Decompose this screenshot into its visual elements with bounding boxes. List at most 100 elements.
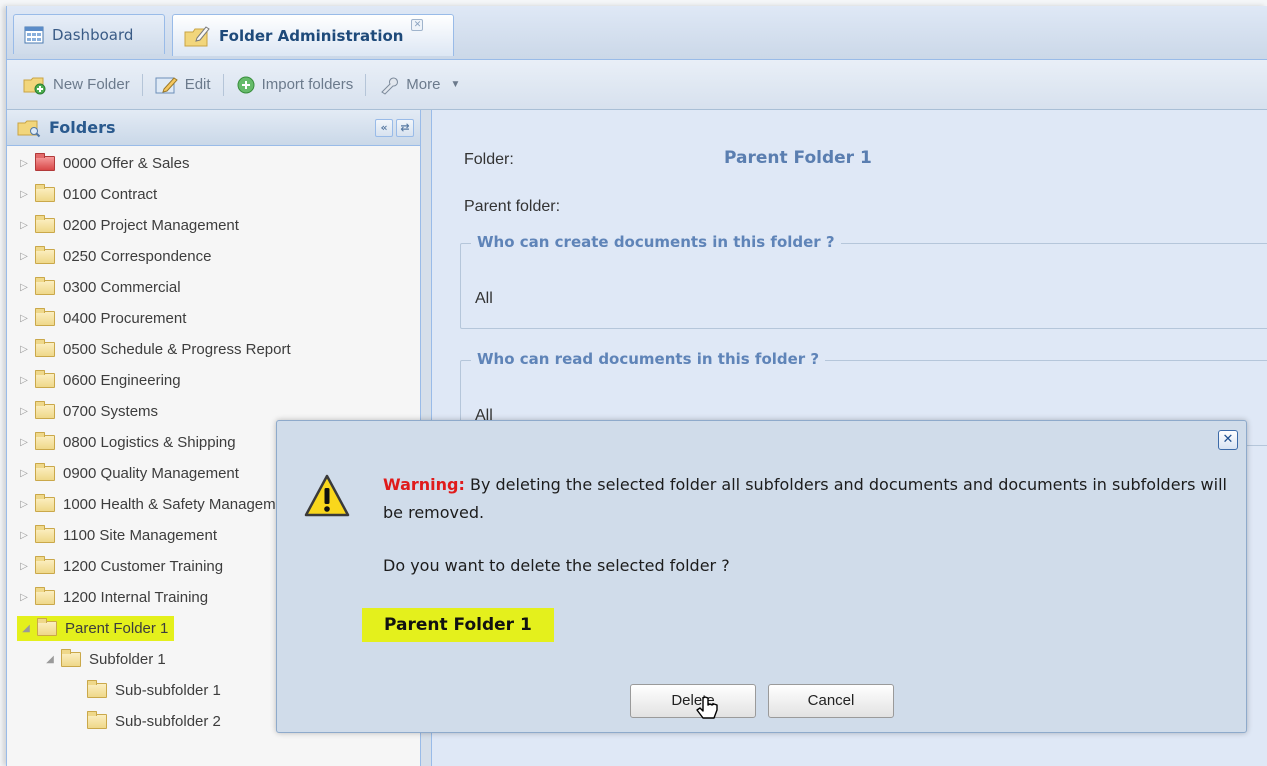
refresh-icon[interactable]: ⇄ xyxy=(396,118,414,137)
folder-icon xyxy=(35,587,55,605)
toolbar-separator xyxy=(365,73,367,96)
tab-close-icon[interactable]: ✕ xyxy=(411,19,424,31)
tree-item-label: Sub-subfolder 1 xyxy=(115,682,221,699)
expand-arrow-icon[interactable]: ▷ xyxy=(17,220,31,231)
delete-folder-dialog: ✕ Warning: By deleting the selected fold… xyxy=(276,420,1247,733)
expand-arrow-icon[interactable]: ▷ xyxy=(17,530,31,541)
folder-icon xyxy=(35,525,55,543)
import-folders-button[interactable]: Import folders xyxy=(230,70,360,100)
wrench-icon xyxy=(381,77,399,95)
folder-icon xyxy=(35,432,55,450)
collapse-arrow-icon[interactable]: ◢ xyxy=(43,654,57,665)
tree-item-label: 0400 Procurement xyxy=(63,310,187,327)
selected-folder-name: Parent Folder 1 xyxy=(362,608,554,642)
expand-arrow-icon[interactable]: ▷ xyxy=(17,251,31,262)
expand-arrow-icon[interactable]: ▷ xyxy=(17,313,31,324)
more-label: More xyxy=(406,76,441,93)
tree-item[interactable]: ▷ 0400 Procurement xyxy=(7,303,420,334)
expand-arrow-icon[interactable]: ▷ xyxy=(17,344,31,355)
tree-item[interactable]: ▷ 0100 Contract xyxy=(7,179,420,210)
tab-label: Dashboard xyxy=(52,25,134,44)
warning-text: By deleting the selected folder all subf… xyxy=(383,475,1227,522)
folder-icon xyxy=(37,618,57,636)
tree-item-label: Subfolder 1 xyxy=(89,651,166,668)
tree-item[interactable]: ▷ 0200 Project Management xyxy=(7,210,420,241)
expand-arrow-icon[interactable]: ▷ xyxy=(17,499,31,510)
warning-icon xyxy=(304,474,350,517)
folder-search-icon xyxy=(17,120,41,137)
folders-panel-header: Folders « ⇄ xyxy=(7,110,420,146)
tree-item[interactable]: ▷ 0250 Correspondence xyxy=(7,241,420,272)
tree-item[interactable]: ▷ 0300 Commercial xyxy=(7,272,420,303)
folder-field-value: Parent Folder 1 xyxy=(724,148,872,168)
folder-icon xyxy=(35,277,55,295)
tree-item-label: 0200 Project Management xyxy=(63,217,239,234)
folder-edit-icon xyxy=(184,25,210,46)
collapse-arrow-icon[interactable]: ◢ xyxy=(19,623,33,634)
edit-icon xyxy=(155,76,178,93)
toolbar-separator xyxy=(141,73,143,96)
tree-item-label: 1200 Customer Training xyxy=(63,558,224,575)
new-folder-icon xyxy=(23,77,46,94)
toolbar: New Folder Edit Import folders More ▼ xyxy=(7,60,1267,110)
expand-arrow-icon[interactable]: ▷ xyxy=(17,406,31,417)
edit-button[interactable]: Edit xyxy=(149,70,217,100)
expand-arrow-icon[interactable]: ▷ xyxy=(17,158,31,169)
tree-item-label: 0100 Contract xyxy=(63,186,158,203)
tree-item-label: 0000 Offer & Sales xyxy=(63,155,190,172)
more-menu-button[interactable]: More ▼ xyxy=(372,70,466,100)
read-permissions-legend: Who can read documents in this folder ? xyxy=(471,350,826,368)
folder-icon xyxy=(35,401,55,419)
warning-message: Warning: By deleting the selected folder… xyxy=(383,471,1231,527)
chevron-down-icon: ▼ xyxy=(450,79,461,90)
create-permissions-legend: Who can create documents in this folder … xyxy=(471,233,841,251)
folders-panel-title: Folders xyxy=(49,118,116,137)
tree-item-label: 0900 Quality Management xyxy=(63,465,239,482)
tree-item[interactable]: ▷ 0000 Offer & Sales xyxy=(7,148,420,179)
confirm-question: Do you want to delete the selected folde… xyxy=(383,556,730,575)
tab-dashboard[interactable]: Dashboard xyxy=(13,14,165,54)
expand-arrow-icon[interactable]: ▷ xyxy=(17,561,31,572)
tree-item-label: 1000 Health & Safety Management xyxy=(63,496,297,513)
collapse-panel-icon[interactable]: « xyxy=(375,118,393,137)
folder-icon xyxy=(35,556,55,574)
toolbar-separator xyxy=(222,73,224,96)
expand-arrow-icon[interactable]: ▷ xyxy=(17,592,31,603)
folder-icon xyxy=(35,370,55,388)
tree-item-label: Parent Folder 1 xyxy=(65,620,169,637)
folder-icon xyxy=(35,153,55,171)
expand-arrow-icon[interactable]: ▷ xyxy=(17,189,31,200)
create-permissions-fieldset: Who can create documents in this folder … xyxy=(460,233,1267,329)
tab-bar: Dashboard Folder Administration ✕ xyxy=(7,6,1267,60)
expand-arrow-icon[interactable]: ▷ xyxy=(17,282,31,293)
tree-item[interactable]: ▷ 0600 Engineering xyxy=(7,365,420,396)
folder-icon xyxy=(35,184,55,202)
import-folders-label: Import folders xyxy=(261,76,354,93)
add-circle-icon xyxy=(237,76,255,93)
tree-item-label: 1100 Site Management xyxy=(63,527,217,544)
close-icon[interactable]: ✕ xyxy=(1218,430,1238,450)
expand-arrow-icon[interactable]: ▷ xyxy=(17,437,31,448)
tree-item-label: 0300 Commercial xyxy=(63,279,181,296)
new-folder-button[interactable]: New Folder xyxy=(17,70,136,100)
new-folder-label: New Folder xyxy=(53,76,130,93)
delete-button[interactable]: Delete xyxy=(630,684,756,718)
tab-folder-administration[interactable]: Folder Administration ✕ xyxy=(172,14,454,56)
folder-icon xyxy=(87,680,107,698)
parent-folder-field-label: Parent folder: xyxy=(464,198,561,215)
tree-item-label: 0800 Logistics & Shipping xyxy=(63,434,236,451)
tree-item-label: 0500 Schedule & Progress Report xyxy=(63,341,291,358)
tree-item[interactable]: ▷ 0500 Schedule & Progress Report xyxy=(7,334,420,365)
folder-icon xyxy=(61,649,81,667)
folder-icon xyxy=(35,308,55,326)
expand-arrow-icon[interactable]: ▷ xyxy=(17,468,31,479)
warning-label: Warning: xyxy=(383,475,465,494)
cancel-button[interactable]: Cancel xyxy=(768,684,894,718)
tree-item-label: 0700 Systems xyxy=(63,403,159,420)
expand-arrow-icon[interactable]: ▷ xyxy=(17,375,31,386)
create-permissions-value: All xyxy=(475,290,493,307)
folder-icon xyxy=(35,494,55,512)
tree-item-label: 0250 Correspondence xyxy=(63,248,212,265)
tab-label: Folder Administration xyxy=(219,26,404,45)
folder-icon xyxy=(35,463,55,481)
